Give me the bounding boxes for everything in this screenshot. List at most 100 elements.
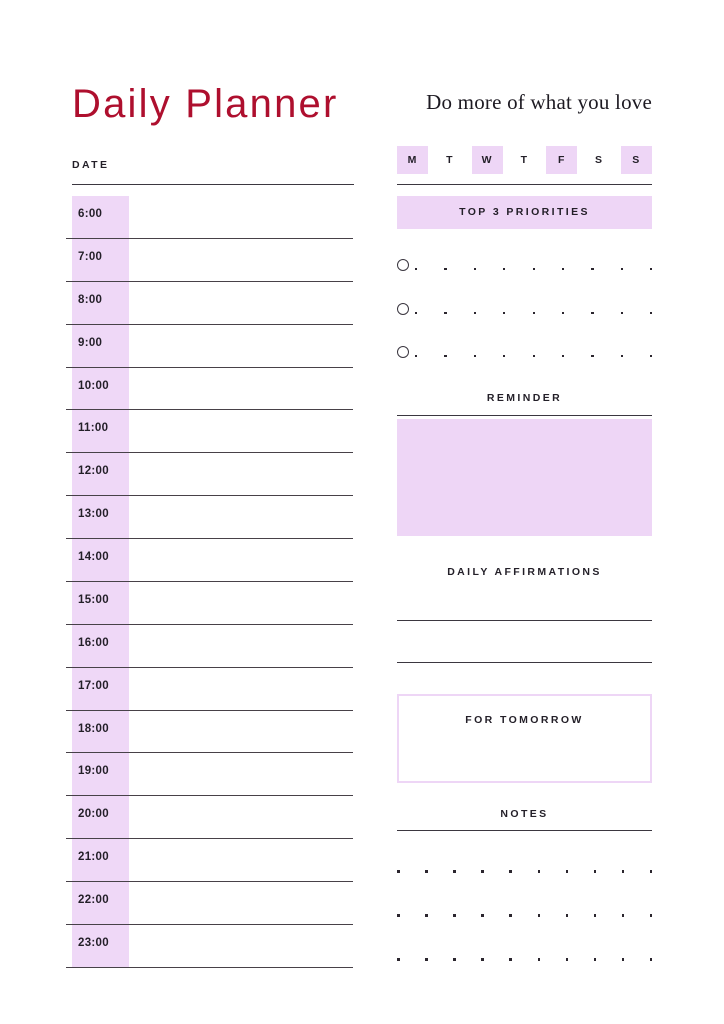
dot	[593, 914, 597, 917]
dot	[591, 312, 594, 315]
hour-divider	[66, 966, 353, 968]
dot	[397, 958, 400, 961]
page-header: Daily Planner Do more of what you love D…	[72, 78, 652, 188]
priority-checkbox-circle-icon[interactable]	[397, 346, 409, 358]
priority-checkbox-circle-icon[interactable]	[397, 303, 409, 315]
hour-row[interactable]: 18:00	[66, 711, 353, 754]
hour-label: 9:00	[78, 336, 103, 349]
hour-row[interactable]: 8:00	[66, 282, 353, 325]
dot	[425, 958, 428, 961]
hour-row[interactable]: 13:00	[66, 496, 353, 540]
day-label: W	[481, 154, 493, 166]
dot	[562, 355, 565, 358]
dot	[593, 958, 597, 961]
tagline: Do more of what you love	[426, 90, 652, 114]
affirmation-line-2[interactable]	[397, 662, 652, 663]
dot	[444, 268, 447, 271]
dot	[415, 268, 418, 271]
hour-row[interactable]: 22:00	[66, 882, 353, 925]
day-selector-rule	[397, 184, 652, 185]
priority-checkbox-circle-icon[interactable]	[397, 259, 409, 271]
dot	[503, 268, 506, 271]
day-box-0[interactable]: M	[397, 146, 428, 174]
priority-dotted-line	[415, 312, 653, 315]
hour-label: 8:00	[78, 293, 103, 306]
day-box-3[interactable]: T	[509, 146, 540, 174]
priority-row[interactable]	[397, 257, 653, 277]
day-label: T	[520, 154, 529, 166]
reminder-field[interactable]	[397, 419, 652, 536]
hour-row[interactable]: 9:00	[66, 325, 353, 368]
dot	[537, 958, 541, 961]
dot	[650, 268, 653, 271]
hour-label: 14:00	[78, 551, 109, 564]
hour-row[interactable]: 10:00	[66, 368, 353, 411]
dot	[565, 958, 569, 961]
hour-row[interactable]: 12:00	[66, 453, 353, 497]
dot	[620, 268, 623, 271]
dot	[453, 914, 456, 917]
dot	[621, 914, 625, 917]
dot	[532, 355, 535, 358]
hour-row[interactable]: 16:00	[66, 625, 353, 668]
hour-row[interactable]: 14:00	[66, 539, 353, 582]
dot	[537, 914, 541, 917]
hour-row[interactable]: 17:00	[66, 668, 353, 711]
dot	[415, 355, 418, 358]
priority-row[interactable]	[397, 301, 653, 321]
hour-row[interactable]: 20:00	[66, 796, 353, 840]
dot	[591, 268, 594, 271]
notes-row[interactable]	[397, 870, 653, 873]
date-input-line[interactable]	[72, 184, 354, 185]
priority-dotted-line	[415, 268, 653, 271]
reminder-title: REMINDER	[486, 392, 563, 404]
day-box-1[interactable]: T	[434, 146, 465, 174]
day-box-4[interactable]: F	[546, 146, 578, 174]
page-title: Daily Planner	[72, 82, 339, 126]
hour-row[interactable]: 23:00	[66, 925, 353, 968]
right-column: TOP 3 PRIORITIES REMINDER DAILY AFFIRMAT…	[397, 196, 653, 986]
day-box-2[interactable]: W	[471, 146, 503, 174]
notes-row[interactable]	[397, 958, 653, 961]
dot	[565, 914, 569, 917]
dot	[481, 870, 484, 873]
date-label: DATE	[72, 159, 110, 171]
dot	[562, 268, 565, 271]
hour-label: 19:00	[78, 765, 109, 778]
priority-dotted-line	[415, 355, 653, 358]
notes-row[interactable]	[397, 914, 653, 917]
hour-row[interactable]: 15:00	[66, 582, 353, 625]
hour-row[interactable]: 7:00	[66, 239, 353, 282]
reminder-rule	[397, 415, 652, 416]
for-tomorrow-box[interactable]: FOR TOMORROW	[397, 694, 652, 783]
dot	[532, 268, 535, 271]
dot	[473, 268, 476, 271]
hour-label: 6:00	[78, 208, 103, 220]
hour-row[interactable]: 19:00	[66, 753, 353, 797]
dot	[565, 870, 569, 873]
dot	[649, 870, 653, 873]
day-label: M	[407, 154, 418, 166]
affirmation-line-1[interactable]	[397, 620, 652, 621]
hour-label: 22:00	[78, 894, 109, 907]
priority-row[interactable]	[397, 344, 653, 364]
hour-label: 17:00	[78, 679, 109, 692]
day-box-6[interactable]: S	[620, 146, 652, 174]
dot	[425, 914, 428, 917]
dot	[621, 958, 625, 961]
hour-row[interactable]: 11:00	[66, 410, 353, 454]
hour-label: 7:00	[78, 250, 103, 263]
dot	[473, 355, 476, 358]
dot	[444, 355, 447, 358]
dot	[650, 312, 653, 315]
day-box-5[interactable]: S	[584, 146, 615, 174]
hour-row[interactable]: 6:00	[66, 196, 353, 239]
hour-label: 12:00	[78, 465, 109, 478]
dot	[481, 958, 484, 961]
dot	[591, 355, 594, 358]
schedule-column: 6:00 7:00 8:00 9:00 10:00 11:00 12:00 13:00 14:0…	[66, 196, 353, 968]
day-label: S	[594, 154, 603, 166]
dot	[453, 958, 456, 961]
hour-row[interactable]: 21:00	[66, 839, 353, 883]
day-label: T	[446, 154, 454, 166]
